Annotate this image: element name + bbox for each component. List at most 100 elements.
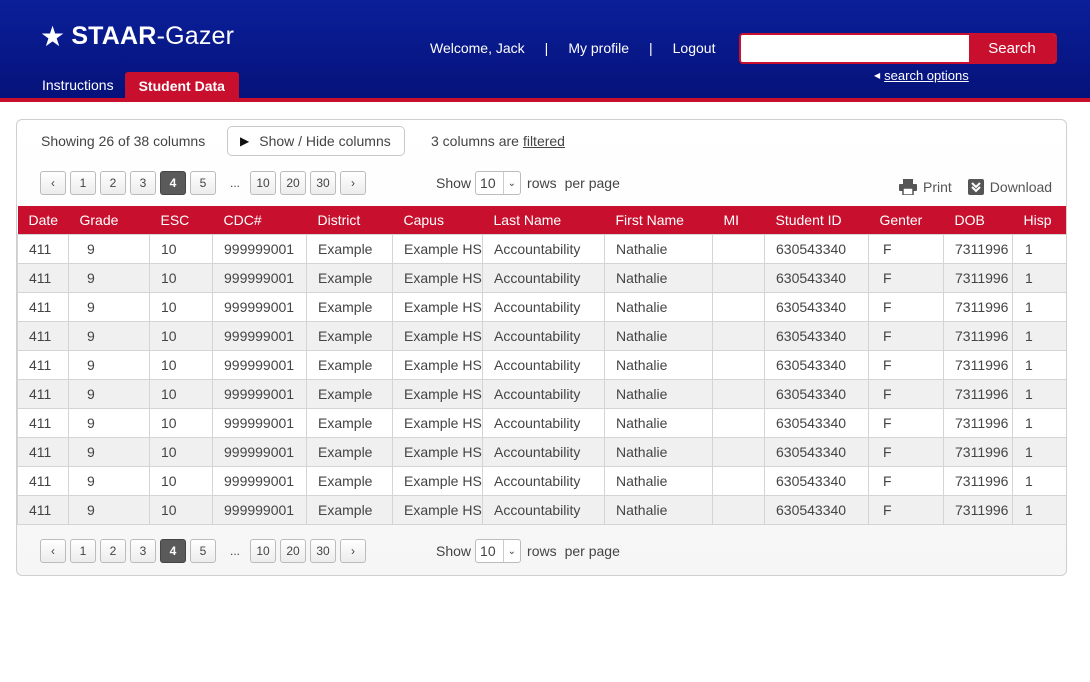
column-header[interactable]: CDC#	[213, 206, 307, 234]
table-cell: Nathalie	[604, 378, 713, 409]
table-cell: Example	[306, 291, 393, 322]
page-button[interactable]: 30	[310, 171, 336, 195]
rows-per-page-bottom: Show 10 ⌄ rows per page	[436, 539, 620, 563]
column-header[interactable]: Genter	[869, 206, 944, 234]
column-header[interactable]: DOB	[944, 206, 1013, 234]
table-cell	[712, 320, 765, 351]
table-row[interactable]: 411 9 10 999999001 Example Example HS Accounta…	[17, 233, 1066, 264]
table-cell: Example	[306, 465, 393, 496]
next-page-button[interactable]: ›	[340, 539, 366, 563]
next-page-button[interactable]: ›	[340, 171, 366, 195]
page-button[interactable]: 3	[130, 171, 156, 195]
table-cell: Example	[306, 494, 393, 525]
table-cell: 7311996	[943, 349, 1013, 380]
logo-brand: STAAR	[71, 22, 157, 50]
page-button[interactable]: 10	[250, 171, 276, 195]
table-cell: Nathalie	[604, 494, 713, 525]
table-cell: F	[868, 465, 944, 496]
table-cell: 630543340	[764, 320, 869, 351]
table-cell: 7311996	[943, 465, 1013, 496]
table-cell: 9	[68, 407, 150, 438]
page-button[interactable]: 1	[70, 539, 96, 563]
table-row[interactable]: 411 9 10 999999001 Example Example HS Accounta…	[17, 320, 1066, 351]
table-cell: Example	[306, 407, 393, 438]
page-button-current[interactable]: 4	[160, 171, 186, 195]
app-logo[interactable]: ★ STAAR -Gazer	[40, 22, 234, 51]
table-row[interactable]: 411 9 10 999999001 Example Example HS Accounta…	[17, 465, 1066, 496]
table-cell: 999999001	[212, 233, 307, 264]
table-cell: 9	[68, 494, 150, 525]
column-header[interactable]: MI	[713, 206, 765, 234]
table-cell: 411	[17, 436, 69, 467]
table-cell: Accountability	[482, 378, 605, 409]
column-header[interactable]: ESC	[150, 206, 213, 234]
column-header[interactable]: Capus	[393, 206, 483, 234]
table-cell: 630543340	[764, 291, 869, 322]
table-cell: 630543340	[764, 407, 869, 438]
tab-instructions[interactable]: Instructions	[30, 72, 125, 98]
search-input[interactable]	[741, 35, 969, 62]
search-button[interactable]: Search	[969, 35, 1055, 62]
column-header[interactable]: Date	[18, 206, 69, 234]
show-hide-columns-button[interactable]: ▶ Show / Hide columns	[227, 126, 405, 156]
table-row[interactable]: 411 9 10 999999001 Example Example HS Accounta…	[17, 378, 1066, 409]
table-cell: 9	[68, 349, 150, 380]
column-header[interactable]: Hisp	[1013, 206, 1067, 234]
table-cell: 411	[17, 465, 69, 496]
search-options-link[interactable]: ◀ search options	[874, 68, 969, 83]
table-cell: Example HS	[392, 436, 483, 467]
chevron-down-icon: ⌄	[502, 540, 516, 562]
nav-tabs: Instructions Student Data	[30, 72, 239, 98]
page-button[interactable]: 5	[190, 539, 216, 563]
page-button[interactable]: 30	[310, 539, 336, 563]
page-button[interactable]: 10	[250, 539, 276, 563]
table-row[interactable]: 411 9 10 999999001 Example Example HS Accounta…	[17, 262, 1066, 293]
table-cell: 411	[17, 320, 69, 351]
rows-per-page-select[interactable]: 10 ⌄	[475, 539, 522, 563]
print-button[interactable]: Print	[899, 179, 952, 195]
column-header[interactable]: Student ID	[765, 206, 869, 234]
column-header[interactable]: Last Name	[483, 206, 605, 234]
table-cell: Example	[306, 320, 393, 351]
table-row[interactable]: 411 9 10 999999001 Example Example HS Accounta…	[17, 407, 1066, 438]
tab-student-data[interactable]: Student Data	[124, 72, 239, 98]
page-button[interactable]: 20	[280, 171, 306, 195]
page-button[interactable]: 2	[100, 171, 126, 195]
page-button[interactable]: 5	[190, 171, 216, 195]
table-row[interactable]: 411 9 10 999999001 Example Example HS Accounta…	[17, 349, 1066, 380]
column-header[interactable]: Grade	[69, 206, 150, 234]
separator: |	[544, 40, 549, 56]
prev-page-button[interactable]: ‹	[40, 171, 66, 195]
page-button[interactable]: 20	[280, 539, 306, 563]
table-cell: 999999001	[212, 349, 307, 380]
table-cell: 630543340	[764, 349, 869, 380]
table-row[interactable]: 411 9 10 999999001 Example Example HS Accounta…	[17, 291, 1066, 322]
table-row[interactable]: 411 9 10 999999001 Example Example HS Accounta…	[17, 494, 1066, 525]
page-button[interactable]: 1	[70, 171, 96, 195]
table-cell: 7311996	[943, 262, 1013, 293]
prev-page-button[interactable]: ‹	[40, 539, 66, 563]
table-cell: Example HS	[392, 465, 483, 496]
table-actions: Print Download	[899, 179, 1066, 195]
table-header-row: Date Grade ESC CDC# District Capus Last Name Fi…	[17, 206, 1067, 234]
play-icon: ▶	[240, 134, 250, 148]
table-cell: Example	[306, 436, 393, 467]
table-cell: Nathalie	[604, 320, 713, 351]
page-button-current[interactable]: 4	[160, 539, 186, 563]
per-page-label: per page	[564, 175, 620, 191]
column-header[interactable]: District	[307, 206, 393, 234]
page-button[interactable]: 3	[130, 539, 156, 563]
download-button[interactable]: Download	[967, 179, 1052, 195]
table-row[interactable]: 411 9 10 999999001 Example Example HS Accounta…	[17, 436, 1066, 467]
table-cell: Accountability	[482, 494, 605, 525]
table-cell: 10	[149, 378, 213, 409]
column-header[interactable]: First Name	[605, 206, 713, 234]
pagination-ellipsis: ...	[229, 176, 240, 190]
page-button[interactable]: 2	[100, 539, 126, 563]
logout-link[interactable]: Logout	[673, 40, 716, 56]
rows-per-page-select[interactable]: 10 ⌄	[475, 171, 522, 195]
table-cell: 10	[149, 349, 213, 380]
my-profile-link[interactable]: My profile	[568, 40, 629, 56]
filtered-link[interactable]: filtered	[523, 133, 565, 149]
table-cell: 630543340	[764, 233, 869, 264]
